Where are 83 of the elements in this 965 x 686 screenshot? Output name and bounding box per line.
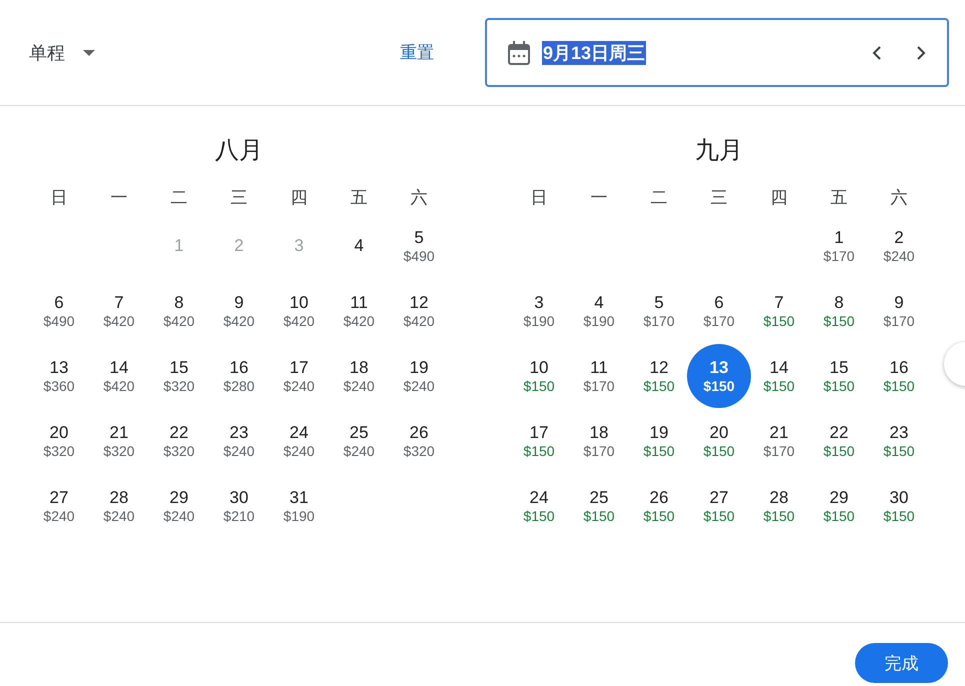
calendar-day[interactable]: 22 $150: [809, 411, 869, 471]
weekday-label: 一: [590, 187, 608, 209]
calendar-day[interactable]: 27 $150: [689, 476, 749, 536]
calendar-day[interactable]: 18 $170: [569, 411, 629, 471]
calendar-day[interactable]: 11 $170: [569, 346, 629, 406]
weekday-label: 二: [170, 187, 188, 209]
calendar-day[interactable]: 10 $150: [509, 346, 569, 406]
calendar-day[interactable]: 13 $150: [687, 344, 751, 408]
calendar-day[interactable]: 12 $420: [389, 281, 449, 341]
calendar-day[interactable]: 1 $170: [809, 216, 869, 276]
calendar-day[interactable]: 2 $240: [869, 216, 929, 276]
weekday-label: 四: [290, 187, 308, 209]
calendar-day[interactable]: 6 $490: [29, 281, 89, 341]
calendar-day[interactable]: 29 $150: [809, 476, 869, 536]
calendar-day[interactable]: 19 $150: [629, 411, 689, 471]
calendar-day: 1: [149, 216, 209, 276]
calendar-day[interactable]: 21 $170: [749, 411, 809, 471]
calendar-icon: [508, 40, 530, 64]
calendar-day[interactable]: 31 $190: [269, 476, 329, 536]
calendar-day[interactable]: 20 $320: [29, 411, 89, 471]
weekday-label: 三: [230, 187, 248, 209]
calendar-day[interactable]: 4 $190: [569, 281, 629, 341]
month-title: 九月: [695, 136, 743, 166]
calendar-day[interactable]: 19 $240: [389, 346, 449, 406]
calendar-day[interactable]: 30 $150: [869, 476, 929, 536]
calendar-day[interactable]: 5 $170: [629, 281, 689, 341]
calendar-day[interactable]: 21 $320: [89, 411, 149, 471]
calendar-day[interactable]: 28 $150: [749, 476, 809, 536]
weekday-label: 一: [110, 187, 128, 209]
month-title: 八月: [215, 136, 263, 166]
calendar-day[interactable]: 29 $240: [149, 476, 209, 536]
calendar-day: 2: [209, 216, 269, 276]
calendar-day[interactable]: 13 $360: [29, 346, 89, 406]
calendar-day[interactable]: 24 $150: [509, 476, 569, 536]
weekday-label: 日: [50, 187, 68, 209]
calendar-day[interactable]: 26 $150: [629, 476, 689, 536]
calendar-day[interactable]: 23 $150: [869, 411, 929, 471]
weekday-label: 日: [530, 187, 548, 209]
calendar-day[interactable]: 7 $150: [749, 281, 809, 341]
trip-type-dropdown[interactable]: 单程: [29, 40, 95, 64]
calendar-day[interactable]: 22 $320: [149, 411, 209, 471]
calendar-day[interactable]: 4: [329, 216, 389, 276]
calendar-day[interactable]: 5 $490: [389, 216, 449, 276]
calendar-day[interactable]: 7 $420: [89, 281, 149, 341]
weekday-label: 六: [890, 187, 908, 209]
done-button[interactable]: 完成: [855, 643, 948, 683]
calendar-day[interactable]: 8 $420: [149, 281, 209, 341]
weekday-label: 三: [710, 187, 728, 209]
calendar-day[interactable]: 10 $420: [269, 281, 329, 341]
calendar-day[interactable]: 28 $240: [89, 476, 149, 536]
weekday-label: 五: [350, 187, 368, 209]
calendar-day[interactable]: 26 $320: [389, 411, 449, 471]
date-field[interactable]: 9月13日周三: [485, 18, 949, 87]
calendar-day[interactable]: 9 $420: [209, 281, 269, 341]
calendar-day[interactable]: 16 $150: [869, 346, 929, 406]
calendar-day[interactable]: 12 $150: [629, 346, 689, 406]
calendar-day[interactable]: 25 $240: [329, 411, 389, 471]
calendar-day[interactable]: 8 $150: [809, 281, 869, 341]
calendar-day[interactable]: 23 $240: [209, 411, 269, 471]
calendar-day[interactable]: 11 $420: [329, 281, 389, 341]
calendar-day[interactable]: 14 $420: [89, 346, 149, 406]
calendar-day[interactable]: 6 $170: [689, 281, 749, 341]
weekday-label: 四: [770, 187, 788, 209]
calendar-day[interactable]: 16 $280: [209, 346, 269, 406]
calendar-day[interactable]: 20 $150: [689, 411, 749, 471]
calendar-day[interactable]: 18 $240: [329, 346, 389, 406]
weekday-label: 六: [410, 187, 428, 209]
reset-link[interactable]: 重置: [400, 41, 434, 64]
calendar-day[interactable]: 3 $190: [509, 281, 569, 341]
caret-icon: [83, 50, 95, 56]
calendar-day: 3: [269, 216, 329, 276]
calendar-day[interactable]: 14 $150: [749, 346, 809, 406]
calendar-day[interactable]: 15 $150: [809, 346, 869, 406]
calendar-day[interactable]: 25 $150: [569, 476, 629, 536]
calendar-day[interactable]: 30 $210: [209, 476, 269, 536]
calendar-day[interactable]: 17 $240: [269, 346, 329, 406]
weekday-label: 五: [830, 187, 848, 209]
calendar-day[interactable]: 27 $240: [29, 476, 89, 536]
calendar-day[interactable]: 15 $320: [149, 346, 209, 406]
calendar-day[interactable]: 17 $150: [509, 411, 569, 471]
weekday-label: 二: [650, 187, 668, 209]
calendar-day[interactable]: 24 $240: [269, 411, 329, 471]
calendar-day[interactable]: 9 $170: [869, 281, 929, 341]
